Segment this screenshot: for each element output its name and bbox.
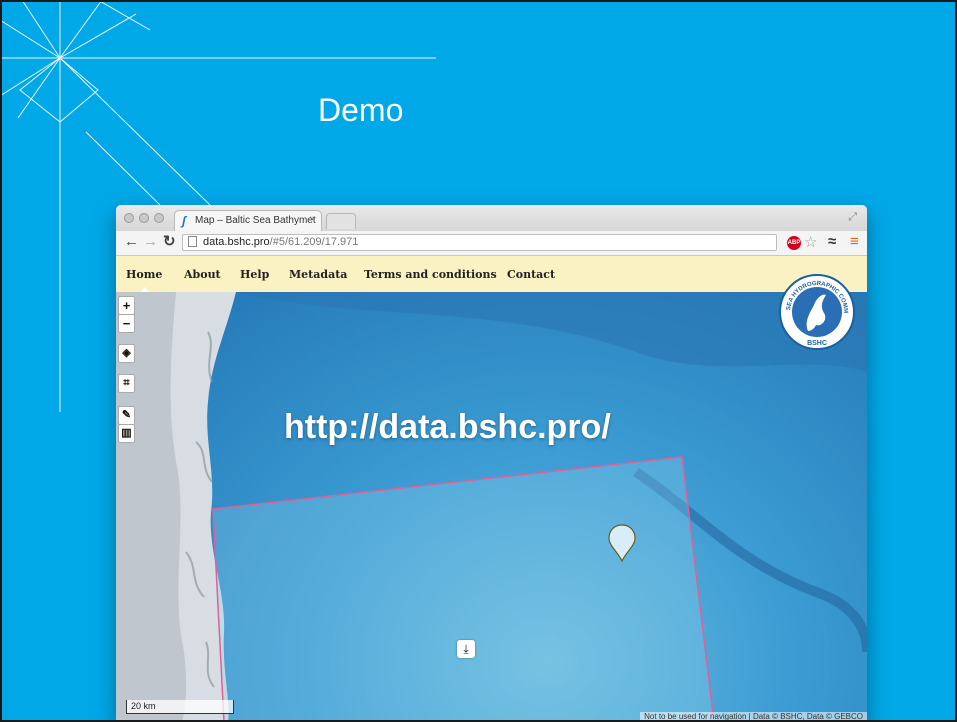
nav-home[interactable]: Home [126, 268, 162, 281]
adblock-icon[interactable]: ABP [787, 236, 801, 250]
download-icon[interactable]: ⤓ [457, 640, 475, 658]
new-tab-button[interactable] [326, 213, 356, 229]
tab-title: Map – Baltic Sea Bathymet [195, 215, 316, 226]
minimize-window-button[interactable] [139, 213, 149, 223]
page-icon [188, 236, 197, 247]
overlay-url-text: http://data.bshc.pro/ [284, 408, 611, 446]
nav-about[interactable]: About [184, 268, 221, 281]
bathymetry-map[interactable]: + − ◈ ⌗ ✎ ▥ ⤓ 20 km Not to be used for n… [116, 292, 867, 722]
browser-titlebar: ʃ Map – Baltic Sea Bathymet × ⤢ [116, 205, 867, 231]
zoom-in-button[interactable]: + [118, 296, 135, 315]
trash-icon[interactable]: ▥ [118, 424, 135, 443]
site-favicon-icon: ʃ [182, 214, 186, 228]
nav-metadata[interactable]: Metadata [289, 268, 347, 281]
nav-help[interactable]: Help [240, 268, 269, 281]
slide-title: Demo [318, 92, 404, 128]
zoom-out-button[interactable]: − [118, 314, 135, 333]
browser-tab[interactable]: ʃ Map – Baltic Sea Bathymet × [174, 210, 322, 231]
nav-contact[interactable]: Contact [507, 268, 555, 281]
tab-close-icon[interactable]: × [309, 214, 315, 225]
edit-icon[interactable]: ✎ [118, 406, 135, 425]
address-domain: data.bshc.pro [203, 236, 270, 248]
reload-icon[interactable]: ↻ [163, 234, 176, 250]
map-attribution: Not to be used for navigation | Data © B… [640, 712, 867, 722]
extension-wave-icon[interactable]: ≈ [828, 233, 836, 250]
site-nav: Home About Help Metadata Terms and condi… [116, 256, 867, 293]
forward-arrow-icon[interactable]: → [143, 234, 158, 250]
back-arrow-icon[interactable]: ← [124, 234, 139, 250]
menu-icon[interactable]: ≡ [850, 233, 859, 250]
scale-bar: 20 km [126, 700, 234, 714]
bookmark-star-icon[interactable]: ☆ [804, 233, 817, 251]
crop-icon[interactable]: ⌗ [118, 374, 135, 393]
address-bar[interactable]: data.bshc.pro/#5/61.209/17.971 [182, 234, 777, 251]
logo-bottom-text: BSHC [807, 340, 827, 347]
close-window-button[interactable] [124, 213, 134, 223]
zoom-window-button[interactable] [154, 213, 164, 223]
browser-window: ʃ Map – Baltic Sea Bathymet × ⤢ ← → ↻ da… [116, 205, 867, 722]
nav-terms-and-conditions[interactable]: Terms and conditions [364, 268, 497, 281]
fullscreen-icon[interactable]: ⤢ [848, 211, 857, 224]
browser-toolbar: ← → ↻ data.bshc.pro/#5/61.209/17.971 ABP… [116, 231, 867, 256]
bshc-logo: BALTIC SEA HYDROGRAPHIC COMMISSION BSHC [778, 273, 855, 350]
address-path: /#5/61.209/17.971 [269, 236, 359, 248]
map-terrain [116, 292, 867, 722]
layers-icon[interactable]: ◈ [118, 344, 135, 363]
